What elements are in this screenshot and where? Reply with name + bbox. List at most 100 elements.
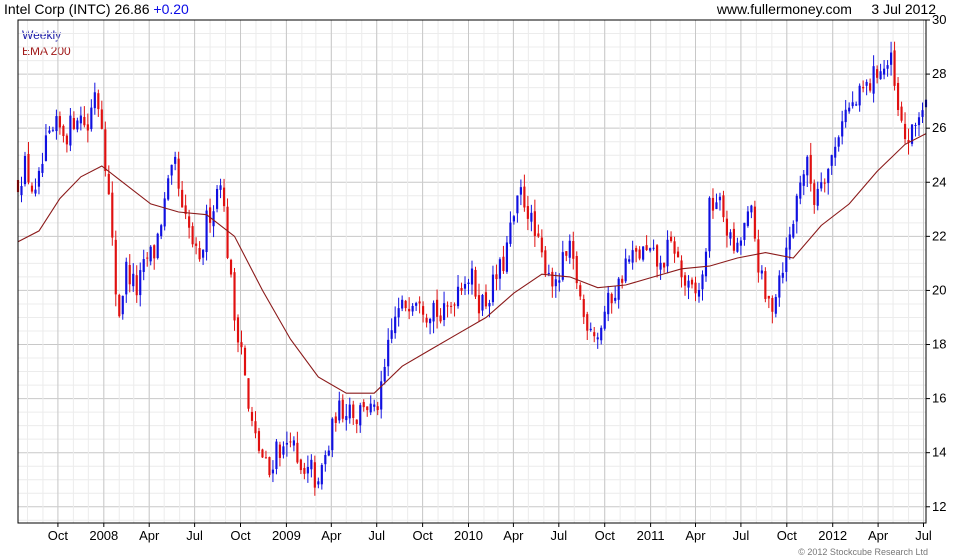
candle-body xyxy=(659,262,662,270)
candle-body xyxy=(100,109,103,129)
candle-body xyxy=(58,116,61,128)
candle-body xyxy=(289,441,292,443)
price-chart: 12 14 16 18 20 22 24 26 28 30 Oct 2008 Apr Jul Oct 200… xyxy=(16,12,946,543)
candle-body xyxy=(191,226,194,245)
candle-body xyxy=(177,158,180,189)
chart-container: Intel Corp (INTC) 26.86 +0.20 www.fuller… xyxy=(0,0,980,560)
candle-body xyxy=(554,279,557,287)
x-tick-label: 2008 xyxy=(89,528,118,543)
candle-body xyxy=(83,116,86,126)
candle-body xyxy=(397,308,400,318)
candle-body xyxy=(254,421,257,434)
candle-body xyxy=(313,462,316,488)
y-tick-label: 20 xyxy=(932,282,946,297)
candle-body xyxy=(69,115,72,146)
candle-body xyxy=(338,400,341,421)
candle-body xyxy=(704,251,708,277)
x-tick-label: Oct xyxy=(412,528,433,543)
candle-body xyxy=(851,102,854,107)
y-tick-label: 14 xyxy=(932,445,946,460)
candle-body xyxy=(778,275,781,298)
candle-body xyxy=(366,406,369,411)
x-axis-ticks: Oct 2008 Apr Jul Oct 2009 Apr Jul Oct 2010 Apr Jul O… xyxy=(48,523,932,543)
candle-body xyxy=(167,178,170,200)
candle-body xyxy=(97,93,100,110)
candle-body xyxy=(690,279,694,285)
x-tick-label: Jul xyxy=(733,528,750,543)
x-tick-label: Jul xyxy=(186,528,203,543)
x-tick-label: 2011 xyxy=(637,528,665,543)
candle-body xyxy=(509,222,512,244)
candle-body xyxy=(711,197,715,211)
candle-body xyxy=(558,280,561,283)
candle-body xyxy=(743,222,746,240)
candle-body xyxy=(516,195,519,214)
candle-body xyxy=(512,216,515,222)
candle-body xyxy=(767,295,770,299)
candle-body xyxy=(205,210,208,253)
candle-body xyxy=(76,120,79,130)
candle-body xyxy=(170,164,173,176)
candle-body xyxy=(495,274,498,280)
candle-body xyxy=(732,228,736,251)
candle-body xyxy=(614,297,617,301)
candle-body xyxy=(174,156,177,164)
candle-body xyxy=(373,404,376,407)
candle-body xyxy=(387,339,390,367)
candle-body xyxy=(771,298,774,312)
candle-body xyxy=(827,169,830,184)
candle-body xyxy=(369,403,372,413)
candle-body xyxy=(352,404,355,418)
candle-body xyxy=(893,50,896,86)
candle-body xyxy=(51,129,55,131)
y-tick-label: 30 xyxy=(932,12,946,27)
candle-body xyxy=(642,246,645,260)
candle-body xyxy=(917,117,921,126)
candle-body xyxy=(226,206,229,258)
candle-body xyxy=(586,314,589,331)
candle-body xyxy=(449,305,453,307)
candle-body xyxy=(362,402,365,408)
candle-body xyxy=(460,288,463,291)
candle-body xyxy=(111,192,114,238)
candle-body xyxy=(736,242,739,252)
candle-body xyxy=(348,404,351,419)
candle-body xyxy=(544,250,547,274)
y-tick-label: 18 xyxy=(932,337,946,352)
candle-body xyxy=(271,469,275,474)
candle-body xyxy=(788,234,791,250)
candle-body xyxy=(795,195,798,222)
candle-body xyxy=(327,450,330,456)
candle-body xyxy=(739,240,742,246)
candle-body xyxy=(809,154,812,184)
candle-body xyxy=(582,299,585,317)
candle-body xyxy=(610,293,613,304)
candle-body xyxy=(240,342,243,348)
candle-body xyxy=(27,153,30,183)
candle-body xyxy=(418,301,421,304)
candle-body xyxy=(593,332,596,337)
candle-body xyxy=(317,481,320,485)
candle-body xyxy=(855,104,858,106)
candle-body xyxy=(708,197,711,252)
candle-body xyxy=(442,303,446,320)
candle-body xyxy=(697,290,701,297)
candle-body xyxy=(757,239,760,273)
candle-body xyxy=(491,274,495,303)
candle-body xyxy=(481,295,484,311)
candle-body xyxy=(215,188,219,209)
x-tick-label: Apr xyxy=(503,528,524,543)
candle-body xyxy=(799,182,802,199)
candle-body xyxy=(666,239,669,267)
candle-body xyxy=(435,299,439,317)
candle-body xyxy=(572,241,575,259)
candle-body xyxy=(872,66,875,94)
candle-body xyxy=(547,272,550,274)
candle-body xyxy=(823,182,826,184)
candle-body xyxy=(247,378,250,409)
candle-body xyxy=(432,302,435,322)
candle-body xyxy=(568,240,571,258)
candle-body xyxy=(914,125,917,127)
candle-body xyxy=(673,241,676,254)
candle-body xyxy=(114,239,117,295)
